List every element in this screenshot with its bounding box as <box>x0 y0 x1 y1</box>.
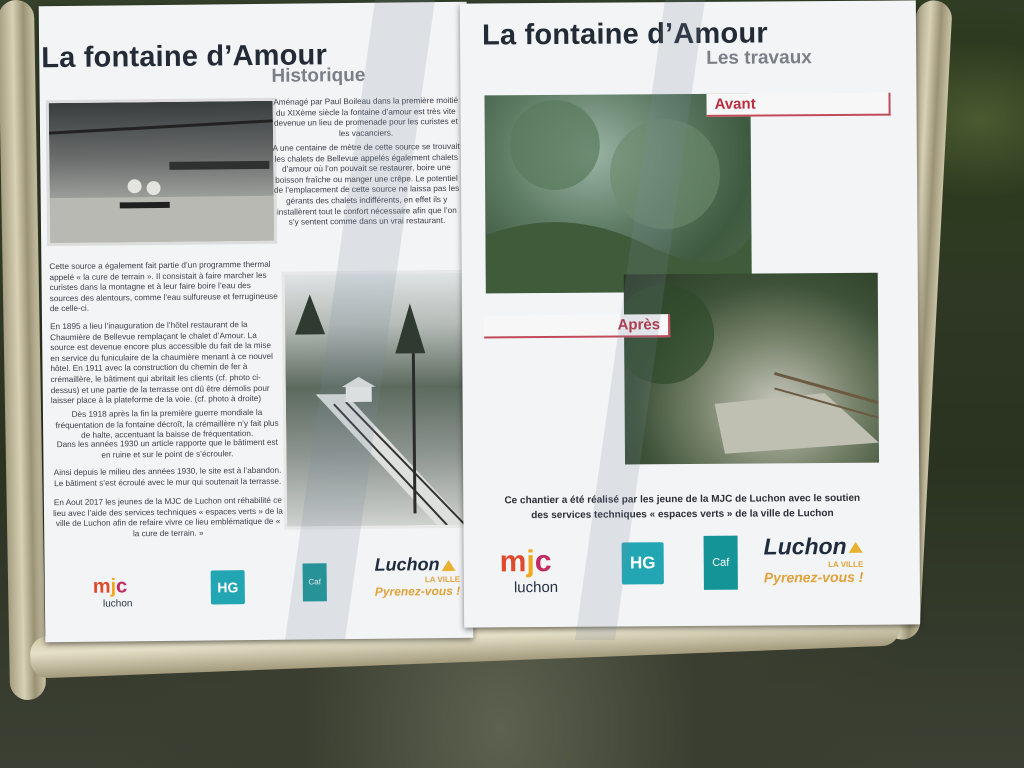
hg-logo-left: HG <box>210 570 245 605</box>
left-paragraph-4: En 1895 a lieu l’inauguration de l’hôtel… <box>49 320 273 406</box>
mjc-logo-sub: luchon <box>102 598 133 610</box>
chalet-terrace-photo <box>48 119 275 244</box>
left-paragraph-2: A une centaine de mètre de cette source … <box>272 141 460 227</box>
apres-label: Après <box>484 314 671 339</box>
luchon-triangle-icon <box>441 559 456 571</box>
hg-logo-right: HG <box>621 542 664 585</box>
left-subtitle: Historique <box>271 64 366 87</box>
old-photo-chalet <box>45 97 278 247</box>
left-paragraph-3: Cette source a également fait partie d’u… <box>49 259 278 314</box>
left-paragraph-6: Dans les années 1930 un article rapporte… <box>56 437 278 460</box>
mjc-logo-right-sub: luchon <box>513 578 559 597</box>
left-intro-text: Aménagé par Paul Boileau dans la premièr… <box>273 95 459 138</box>
right-subtitle: Les travaux <box>706 47 812 69</box>
rack-railway-photo <box>295 294 468 526</box>
luchon-slogan: Pyrenez-vous ! <box>374 583 461 599</box>
luchon-slogan-right: Pyrenez-vous ! <box>763 568 864 586</box>
works-caption: Ce chantier a été réalisé par les jeune … <box>504 492 861 522</box>
restored-site-photo <box>623 284 880 454</box>
luchon-logo-right: Luchon LA VILLE Pyrenez-vous ! <box>764 533 864 586</box>
left-poster: La fontaine d’Amour Historique Aménagé p… <box>38 1 474 643</box>
left-paragraph-5: Dès 1918 après la fin la première guerre… <box>55 407 279 441</box>
luchon-logo-left: Luchon LA VILLE Pyrenez-vous ! <box>374 554 460 599</box>
apres-photo <box>623 272 880 465</box>
mjc-logo-left: mjc luchon <box>92 575 133 610</box>
left-paragraph-8: En Aout 2017 les jeunes de la MJC de Luc… <box>53 495 283 539</box>
caf-logo-left: Caf <box>302 563 327 602</box>
mjc-logo-right: mjc luchon <box>499 544 559 597</box>
avant-label: Avant <box>706 92 891 117</box>
overgrown-site-photo <box>485 99 752 294</box>
caf-logo-right: Caf <box>703 535 738 590</box>
left-paragraph-7: Ainsi depuis le milieu des années 1930, … <box>53 465 282 488</box>
right-poster: La fontaine d’Amour Les travaux Avant Ap… <box>459 0 921 628</box>
old-photo-railway <box>281 269 471 530</box>
luchon-wordmark-right: Luchon <box>763 532 847 560</box>
luchon-wordmark: Luchon <box>374 554 440 575</box>
luchon-triangle-icon <box>848 542 863 554</box>
avant-photo <box>484 93 752 294</box>
